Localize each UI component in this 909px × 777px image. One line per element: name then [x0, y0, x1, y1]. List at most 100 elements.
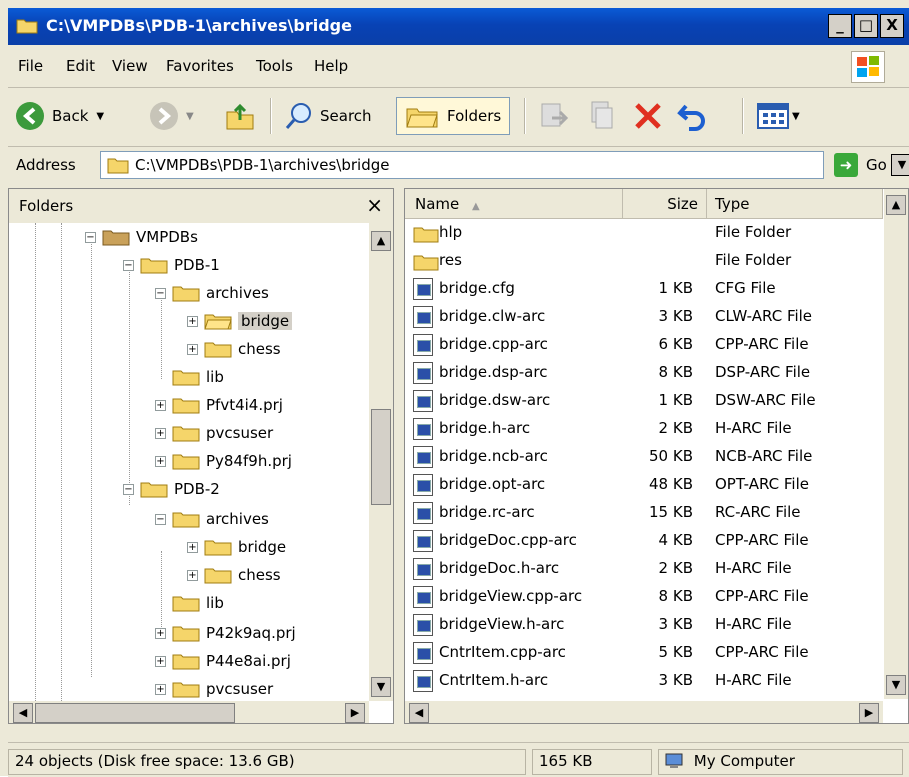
- menu-favorites[interactable]: Favorites: [166, 57, 234, 75]
- file-row[interactable]: bridge.rc-arc 15 KB RC-ARC File: [405, 499, 875, 527]
- expand-icon[interactable]: +: [187, 541, 198, 553]
- file-row[interactable]: bridge.clw-arc 3 KB CLW-ARC File: [405, 303, 875, 331]
- tree-node-p42k9aq[interactable]: + P42k9aq.prj: [155, 619, 296, 647]
- file-row[interactable]: bridge.ncb-arc 50 KB NCB-ARC File: [405, 443, 875, 471]
- file-row[interactable]: bridgeDoc.cpp-arc 4 KB CPP-ARC File: [405, 527, 875, 555]
- collapse-icon[interactable]: −: [123, 483, 134, 495]
- folders-button[interactable]: Folders: [396, 97, 511, 135]
- tree-node-pfvt4i4[interactable]: + Pfvt4i4.prj: [155, 391, 283, 419]
- tree-node-pvcsuser[interactable]: + pvcsuser: [155, 419, 273, 447]
- column-header-type[interactable]: Type: [707, 189, 883, 219]
- go-button[interactable]: ➜: [834, 153, 858, 177]
- back-button[interactable]: Back ▼: [14, 96, 104, 136]
- tree-node-pvcsuser-2[interactable]: + pvcsuser: [155, 675, 273, 703]
- folders-vertical-scrollbar[interactable]: ▲ ▼: [369, 223, 393, 701]
- scroll-right-icon[interactable]: ▶: [859, 703, 879, 723]
- tree-node-py84f9h[interactable]: + Py84f9h.prj: [155, 447, 292, 475]
- file-row[interactable]: bridgeView.cpp-arc 8 KB CPP-ARC File: [405, 583, 875, 611]
- expand-icon[interactable]: +: [155, 683, 166, 695]
- scroll-left-icon[interactable]: ◀: [13, 703, 33, 723]
- menu-help[interactable]: Help: [314, 57, 348, 75]
- tree-node-p44e8ai[interactable]: + P44e8ai.prj: [155, 647, 291, 675]
- tree-node-pdb2[interactable]: − PDB-2: [123, 475, 220, 503]
- scroll-down-icon[interactable]: ▼: [886, 675, 906, 695]
- close-icon[interactable]: ×: [366, 193, 383, 217]
- delete-button[interactable]: [632, 96, 664, 136]
- toolbar: Back ▼ ▼ Search Folders ▼: [8, 88, 909, 147]
- title-bar[interactable]: C:\VMPDBs\PDB-1\archives\bridge _ □ X: [8, 8, 909, 45]
- files-horizontal-scrollbar[interactable]: ◀ ▶: [405, 701, 883, 723]
- collapse-icon[interactable]: −: [85, 231, 96, 243]
- file-row[interactable]: bridge.cpp-arc 6 KB CPP-ARC File: [405, 331, 875, 359]
- tree-node-lib-2[interactable]: lib: [155, 589, 224, 617]
- file-row[interactable]: bridgeDoc.h-arc 2 KB H-ARC File: [405, 555, 875, 583]
- collapse-icon[interactable]: −: [155, 287, 166, 299]
- column-header-size[interactable]: Size: [623, 189, 707, 219]
- files-vertical-scrollbar[interactable]: ▲ ▼: [884, 189, 908, 699]
- file-row[interactable]: CntrItem.h-arc 3 KB H-ARC File: [405, 667, 875, 695]
- scroll-left-icon[interactable]: ◀: [409, 703, 429, 723]
- folders-horizontal-scrollbar[interactable]: ◀ ▶: [9, 701, 369, 723]
- folder-icon: [172, 398, 200, 414]
- file-row[interactable]: hlp File Folder: [405, 219, 875, 247]
- expand-icon[interactable]: +: [187, 569, 198, 581]
- tree-node-pdb1[interactable]: − PDB-1: [123, 251, 220, 279]
- go-label[interactable]: Go: [866, 156, 887, 174]
- up-folder-button[interactable]: [224, 96, 256, 136]
- scroll-up-icon[interactable]: ▲: [371, 231, 391, 251]
- file-name: bridgeDoc.cpp-arc: [439, 531, 577, 549]
- status-zone: My Computer: [658, 749, 903, 775]
- close-button[interactable]: X: [880, 14, 904, 38]
- tree-node-bridge-selected[interactable]: + bridge: [187, 307, 293, 335]
- file-row[interactable]: bridgeView.h-arc 3 KB H-ARC File: [405, 611, 875, 639]
- expand-icon[interactable]: +: [155, 627, 166, 639]
- views-button[interactable]: ▼: [756, 96, 800, 136]
- file-icon: [413, 642, 433, 664]
- menu-view[interactable]: View: [112, 57, 148, 75]
- address-dropdown-button[interactable]: ▼: [891, 154, 909, 176]
- expand-icon[interactable]: +: [187, 315, 198, 327]
- tree-node-archives[interactable]: − archives: [155, 279, 269, 307]
- menu-file[interactable]: File: [18, 57, 43, 75]
- tree-node-chess[interactable]: + chess: [187, 335, 281, 363]
- file-row[interactable]: CntrItem.cpp-arc 5 KB CPP-ARC File: [405, 639, 875, 667]
- scroll-thumb[interactable]: [35, 703, 235, 723]
- expand-icon[interactable]: +: [155, 399, 166, 411]
- search-button[interactable]: Search: [284, 96, 372, 136]
- menu-tools[interactable]: Tools: [256, 57, 293, 75]
- copy-to-button[interactable]: [586, 96, 618, 136]
- file-size: 8 KB: [658, 363, 693, 381]
- file-size: 3 KB: [658, 615, 693, 633]
- tree-node-bridge-2[interactable]: + bridge: [187, 533, 286, 561]
- collapse-icon[interactable]: −: [155, 513, 166, 525]
- tree-node-lib[interactable]: lib: [155, 363, 224, 391]
- minimize-button[interactable]: _: [828, 14, 852, 38]
- undo-button[interactable]: [676, 96, 710, 136]
- maximize-button[interactable]: □: [854, 14, 878, 38]
- file-row[interactable]: bridge.dsp-arc 8 KB DSP-ARC File: [405, 359, 875, 387]
- expand-icon[interactable]: +: [155, 455, 166, 467]
- collapse-icon[interactable]: −: [123, 259, 134, 271]
- file-row[interactable]: bridge.dsw-arc 1 KB DSW-ARC File: [405, 387, 875, 415]
- file-row[interactable]: bridge.opt-arc 48 KB OPT-ARC File: [405, 471, 875, 499]
- scroll-up-icon[interactable]: ▲: [886, 195, 906, 215]
- move-to-button[interactable]: [538, 96, 570, 136]
- file-row[interactable]: bridge.cfg 1 KB CFG File: [405, 275, 875, 303]
- folder-icon: [172, 654, 200, 670]
- tree-node-vmpdbs[interactable]: − VMPDBs: [85, 223, 198, 251]
- column-header-name[interactable]: Name ▲: [405, 189, 623, 219]
- tree-node-chess-2[interactable]: + chess: [187, 561, 281, 589]
- scroll-right-icon[interactable]: ▶: [345, 703, 365, 723]
- scroll-thumb[interactable]: [371, 409, 391, 505]
- menu-edit[interactable]: Edit: [66, 57, 95, 75]
- file-row[interactable]: res File Folder: [405, 247, 875, 275]
- expand-icon[interactable]: +: [155, 427, 166, 439]
- file-size: 2 KB: [658, 419, 693, 437]
- forward-button[interactable]: ▼: [148, 96, 194, 136]
- scroll-down-icon[interactable]: ▼: [371, 677, 391, 697]
- expand-icon[interactable]: +: [155, 655, 166, 667]
- file-row[interactable]: bridge.h-arc 2 KB H-ARC File: [405, 415, 875, 443]
- tree-node-archives-2[interactable]: − archives: [155, 505, 269, 533]
- address-input[interactable]: C:\VMPDBs\PDB-1\archives\bridge ▼: [100, 151, 909, 179]
- expand-icon[interactable]: +: [187, 343, 198, 355]
